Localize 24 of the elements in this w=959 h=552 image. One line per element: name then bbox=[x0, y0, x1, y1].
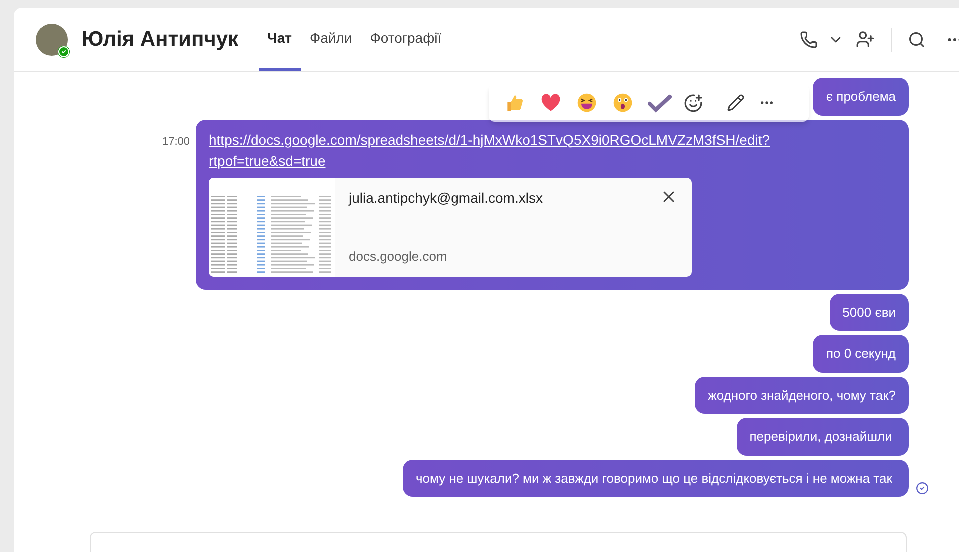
message-bubble: чому не шукали? ми ж завжди говоримо що це відслідковується і не можна так bbox=[403, 460, 909, 497]
add-reaction-icon[interactable] bbox=[684, 94, 704, 112]
laughing-face-icon[interactable] bbox=[576, 92, 598, 114]
phone-icon[interactable] bbox=[800, 30, 818, 48]
edit-icon[interactable] bbox=[727, 94, 746, 112]
search-icon[interactable] bbox=[908, 30, 926, 48]
message-bubble: по 0 секунд bbox=[813, 335, 909, 372]
heart-icon[interactable] bbox=[540, 92, 562, 114]
preview-title: julia.antipchyk@gmail.com.xlsx bbox=[349, 188, 543, 208]
message-link[interactable]: https://docs.google.com/spreadsheets/d/1-hjMxWko1STvQ5X9i0RGOcLMVZzM3fSH/edit?rtpof=true&sd=true bbox=[209, 130, 809, 172]
surprised-face-icon[interactable] bbox=[612, 92, 634, 114]
add-people-icon[interactable] bbox=[856, 30, 875, 49]
contact-name: Юлія Антипчук bbox=[82, 26, 239, 53]
message-bubble: є проблема bbox=[813, 78, 909, 116]
message-bubble: жодного знайденого, чому так? bbox=[695, 376, 909, 414]
tab[interactable]: Чат bbox=[258, 8, 301, 71]
tab[interactable]: Файли bbox=[301, 8, 362, 71]
link-preview-card[interactable]: julia.antipchyk@gmail.com.xlsx docs.google.com bbox=[209, 178, 692, 276]
check-mark-icon[interactable] bbox=[648, 92, 672, 114]
message-time: 17:00 bbox=[162, 134, 190, 150]
tab[interactable]: Фотографії bbox=[361, 8, 451, 71]
message-bubble: перевірили, дознайшли bbox=[736, 418, 909, 456]
message-bubble: 5000 єви bbox=[830, 294, 909, 331]
preview-domain: docs.google.com bbox=[349, 248, 448, 266]
